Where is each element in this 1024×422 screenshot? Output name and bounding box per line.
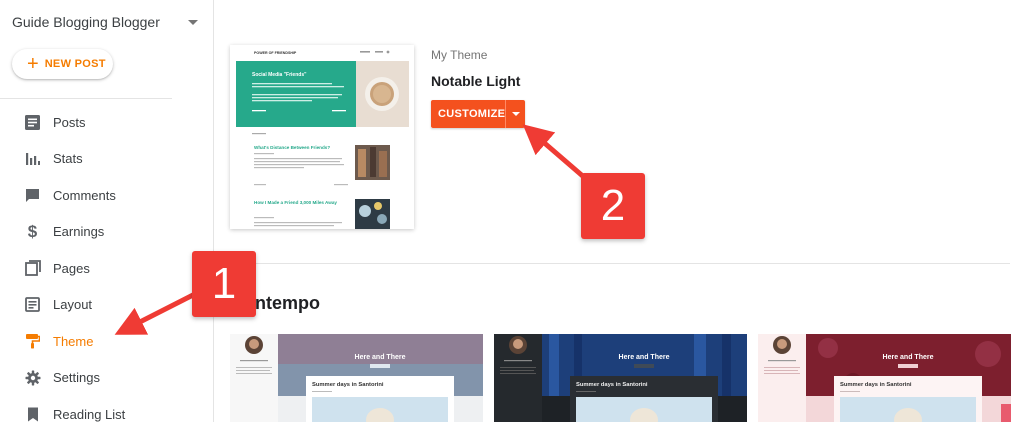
chevron-down-icon	[188, 19, 198, 25]
theme-card-preview: Here and There Summer days in Santorini	[494, 334, 747, 422]
card-post-title: Summer days in Santorini	[576, 382, 648, 388]
sidebar-item-label: Reading List	[53, 406, 126, 422]
theme-family-title: ntempo	[255, 293, 320, 313]
preview-site-title: POWER OF FRIENDSHIP	[254, 51, 297, 55]
paint-roller-icon	[24, 333, 41, 350]
preview-post-1-title: What's Distance Between Friends?	[254, 145, 330, 150]
sidebar-item-stats[interactable]: Stats	[0, 141, 213, 178]
sidebar-item-comments[interactable]: Comments	[0, 177, 213, 214]
customize-button[interactable]: CUSTOMIZE	[431, 100, 505, 128]
customize-dropdown-button[interactable]	[505, 100, 525, 128]
sidebar-item-earnings[interactable]: $ Earnings	[0, 214, 213, 251]
sidebar-item-label: Pages	[53, 260, 90, 276]
bookmark-icon	[24, 406, 41, 422]
pages-icon	[24, 260, 41, 277]
card-post-title: Summer days in Santorini	[312, 382, 384, 388]
layout-icon	[24, 296, 41, 313]
sidebar-item-label: Earnings	[53, 224, 105, 240]
new-post-button[interactable]: + NEW POST	[12, 49, 113, 79]
card-blog-title: Here and There	[355, 354, 406, 361]
theme-card[interactable]: Here and There Summer days in Santorini	[758, 334, 1011, 422]
plus-icon: +	[27, 53, 39, 75]
theme-card[interactable]: Here and There Summer days in Santorini	[230, 334, 483, 422]
sidebar-divider	[0, 98, 172, 99]
sidebar-item-label: Theme	[53, 333, 94, 349]
comments-icon	[24, 187, 41, 204]
preview-post-2-title: How I Made a Friend 3,000 Miles Away	[254, 200, 337, 205]
chevron-down-icon	[511, 112, 520, 116]
sidebar-item-label: Stats	[53, 151, 83, 167]
sidebar-item-label: Settings	[53, 370, 100, 386]
section-divider	[230, 263, 1010, 264]
sidebar-nav: Posts Stats Comments $ Earnings Pages La…	[0, 104, 213, 422]
sidebar-item-label: Layout	[53, 297, 93, 313]
new-post-label: NEW POST	[44, 58, 106, 70]
gear-icon	[24, 369, 41, 386]
customize-button-group: CUSTOMIZE	[431, 100, 525, 128]
sidebar-item-label: Comments	[53, 187, 116, 203]
sidebar-item-reading-list[interactable]: Reading List	[0, 396, 213, 422]
stats-icon	[24, 150, 41, 167]
preview-featured-title: Social Media "Friends"	[252, 72, 307, 78]
sidebar-item-settings[interactable]: Settings	[0, 360, 213, 397]
step-1-badge: 1	[192, 251, 256, 317]
sidebar-item-label: Posts	[53, 114, 86, 130]
current-theme-preview[interactable]: POWER OF FRIENDSHIP Social Media "Friend…	[230, 45, 414, 229]
card-blog-title: Here and There	[619, 354, 670, 361]
dollar-icon: $	[27, 222, 38, 242]
sidebar-item-layout[interactable]: Layout	[0, 287, 213, 324]
card-post-title: Summer days in Santorini	[840, 382, 912, 388]
theme-card[interactable]: Here and There Summer days in Santorini	[494, 334, 747, 422]
sidebar: Guide Blogging Blogger + NEW POST Posts …	[0, 0, 214, 422]
step-2-badge: 2	[581, 173, 645, 239]
posts-icon	[24, 114, 41, 131]
theme-card-preview: Here and There Summer days in Santorini	[230, 334, 483, 422]
card-blog-title: Here and There	[883, 354, 934, 361]
sidebar-item-pages[interactable]: Pages	[0, 250, 213, 287]
theme-card-preview: Here and There Summer days in Santorini	[758, 334, 1011, 422]
my-theme-label: My Theme	[431, 48, 488, 62]
blog-name: Guide Blogging Blogger	[12, 14, 160, 30]
theme-preview-illustration: POWER OF FRIENDSHIP Social Media "Friend…	[230, 45, 414, 229]
blog-selector[interactable]: Guide Blogging Blogger	[12, 12, 202, 32]
sidebar-item-theme[interactable]: Theme	[0, 323, 213, 360]
sidebar-item-posts[interactable]: Posts	[0, 104, 213, 141]
theme-name: Notable Light	[431, 73, 521, 89]
